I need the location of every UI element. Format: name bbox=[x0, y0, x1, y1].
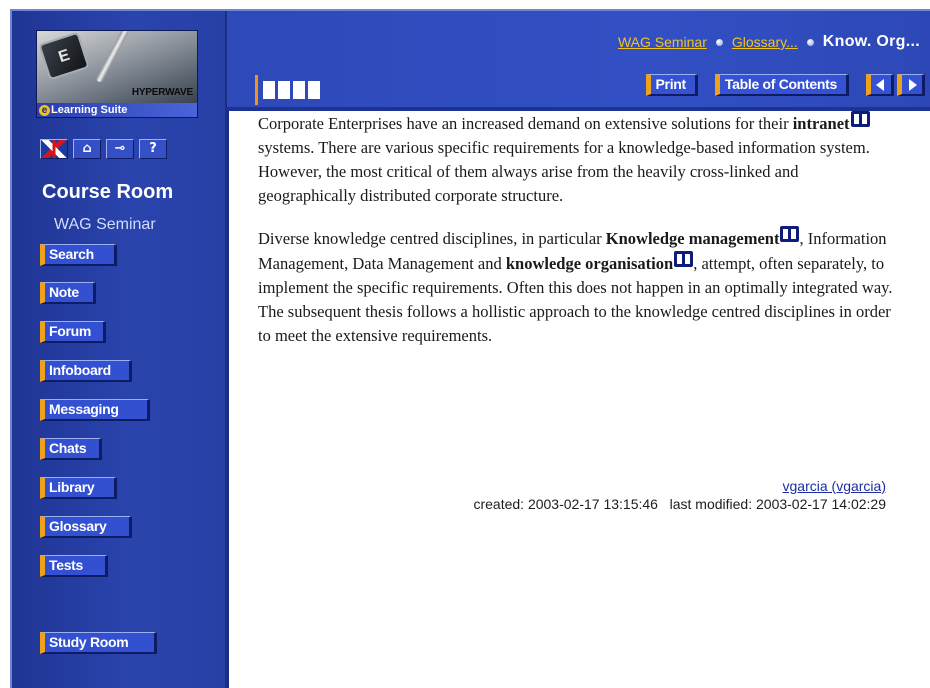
nav-tests-button[interactable]: Tests bbox=[40, 555, 108, 577]
author-link[interactable]: vgarcia (vgarcia) bbox=[473, 478, 886, 494]
nav-note-button[interactable]: Note bbox=[40, 282, 96, 304]
term-intranet: intranet bbox=[792, 114, 850, 133]
arrow-left-icon bbox=[876, 79, 884, 91]
progress-cell bbox=[263, 81, 275, 99]
modified-timestamp: last modified: 2003-02-17 14:02:29 bbox=[669, 496, 886, 512]
logout-key-icon[interactable]: ⊸ bbox=[106, 139, 134, 159]
paragraph-2: Diverse knowledge centred disciplines, i… bbox=[258, 226, 898, 348]
entry-metadata: vgarcia (vgarcia) created: 2003-02-17 13… bbox=[473, 478, 886, 512]
e-learning-icon: e bbox=[39, 105, 50, 116]
pen-icon bbox=[95, 31, 130, 84]
breadcrumb: WAG Seminar Glossary... Know. Org... bbox=[618, 33, 920, 51]
text: systems. There are various specific requ… bbox=[258, 138, 870, 205]
progress-cell bbox=[278, 81, 290, 99]
breadcrumb-separator-icon bbox=[715, 38, 723, 46]
keyboard-key-icon: E bbox=[38, 31, 90, 81]
course-nav: Search Note Forum Infoboard Messaging Ch… bbox=[40, 244, 220, 684]
page-nav-arrows bbox=[866, 74, 925, 96]
print-button[interactable]: Print bbox=[645, 74, 698, 96]
logo-suite-text: Learning Suite bbox=[51, 104, 128, 116]
arrow-right-icon bbox=[909, 79, 917, 91]
previous-page-button[interactable] bbox=[866, 74, 894, 96]
progress-cell bbox=[308, 81, 320, 99]
glossary-entry-content: Corporate Enterprises have an increased … bbox=[258, 111, 898, 348]
progress-cell bbox=[293, 81, 305, 99]
hyperwave-logo: E HYPERWAVE e Learning Suite bbox=[36, 30, 198, 118]
window-top-edge bbox=[0, 0, 930, 9]
nav-search-button[interactable]: Search bbox=[40, 244, 117, 266]
glossary-book-icon[interactable] bbox=[780, 226, 800, 242]
breadcrumb-link-seminar[interactable]: WAG Seminar bbox=[618, 34, 707, 50]
utility-icon-row: ⌂ ⊸ ? bbox=[40, 139, 167, 159]
term-knowledge-management: Knowledge management bbox=[605, 229, 780, 248]
next-page-button[interactable] bbox=[897, 74, 925, 96]
table-of-contents-button[interactable]: Table of Contents bbox=[714, 74, 849, 96]
paragraph-1: Corporate Enterprises have an increased … bbox=[258, 111, 898, 208]
created-timestamp: created: 2003-02-17 13:15:46 bbox=[473, 496, 658, 512]
toolbar: Print Table of Contents bbox=[645, 74, 925, 96]
text: Diverse knowledge centred disciplines, i… bbox=[258, 229, 606, 248]
nav-glossary-button[interactable]: Glossary bbox=[40, 516, 132, 538]
breadcrumb-link-glossary[interactable]: Glossary... bbox=[732, 34, 798, 50]
nav-messaging-button[interactable]: Messaging bbox=[40, 399, 150, 421]
glossary-book-icon[interactable] bbox=[674, 251, 694, 267]
sidebar: E HYPERWAVE e Learning Suite ⌂ ⊸ ? Cours… bbox=[10, 9, 229, 688]
sidebar-edge bbox=[225, 11, 229, 688]
nav-study-room-button[interactable]: Study Room bbox=[40, 632, 157, 654]
breadcrumb-separator-icon bbox=[806, 38, 814, 46]
page-progress-indicator bbox=[255, 75, 320, 105]
nav-library-button[interactable]: Library bbox=[40, 477, 117, 499]
home-icon[interactable]: ⌂ bbox=[73, 139, 101, 159]
breadcrumb-current-page: Know. Org... bbox=[822, 33, 920, 50]
course-room-title: Course Room bbox=[42, 181, 174, 203]
language-flag-icon[interactable] bbox=[40, 139, 68, 159]
term-knowledge-organisation: knowledge organisation bbox=[505, 254, 674, 273]
header-bar: WAG Seminar Glossary... Know. Org... Pri… bbox=[227, 9, 930, 111]
logo-suite-bar: e Learning Suite bbox=[37, 103, 197, 117]
nav-infoboard-button[interactable]: Infoboard bbox=[40, 360, 132, 382]
help-icon[interactable]: ? bbox=[139, 139, 167, 159]
nav-forum-button[interactable]: Forum bbox=[40, 321, 106, 343]
window-left-edge bbox=[0, 0, 10, 688]
logo-brand-text: HYPERWAVE bbox=[131, 87, 193, 98]
glossary-book-icon[interactable] bbox=[850, 111, 870, 127]
nav-chats-button[interactable]: Chats bbox=[40, 438, 102, 460]
course-name: WAG Seminar bbox=[54, 216, 156, 233]
text: Corporate Enterprises have an increased … bbox=[258, 114, 793, 133]
progress-marker bbox=[255, 75, 258, 105]
